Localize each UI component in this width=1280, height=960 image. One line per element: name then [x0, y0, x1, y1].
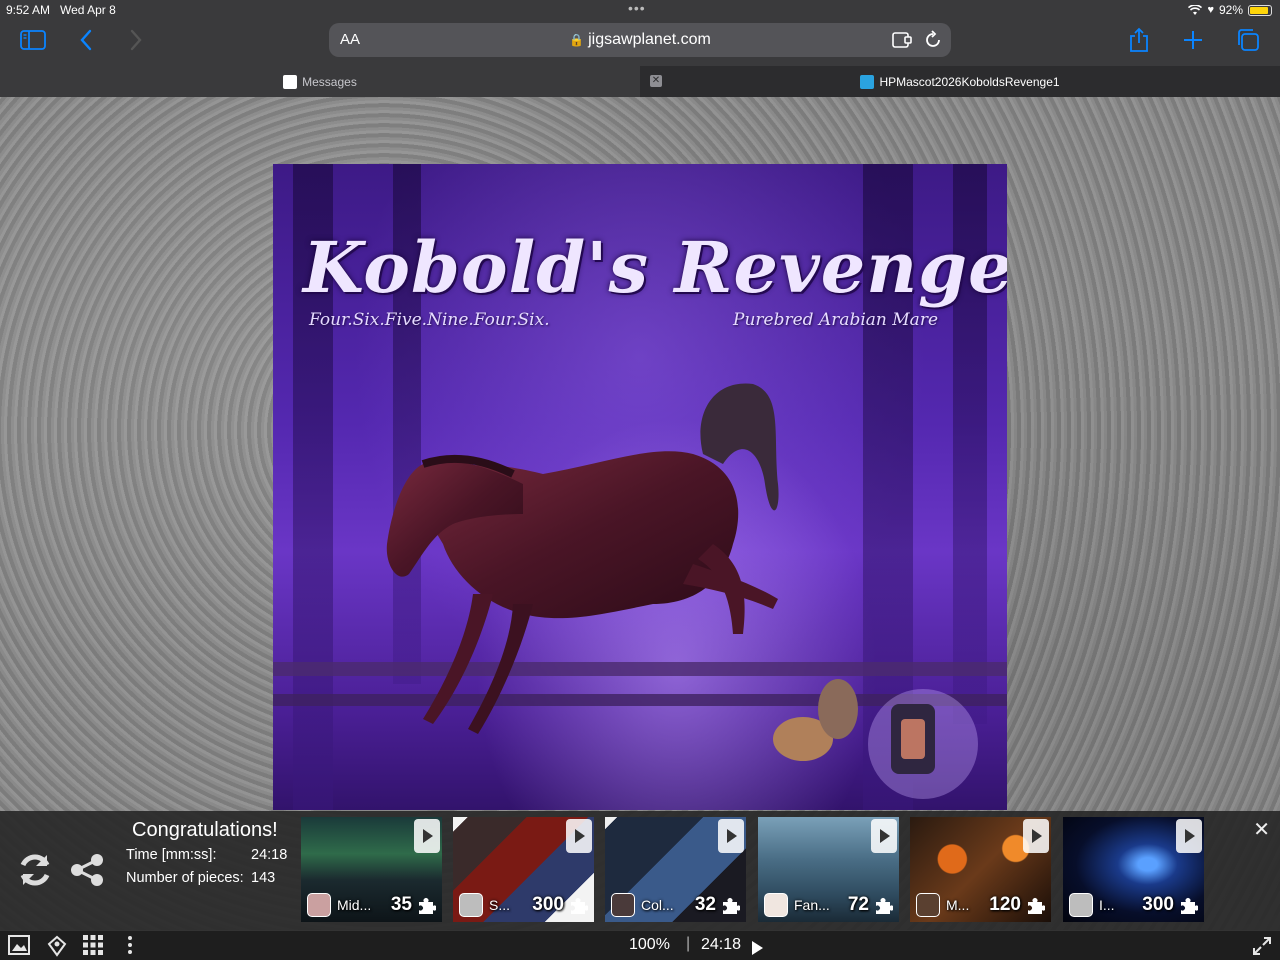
url-text: jigsawplanet.com	[588, 31, 711, 48]
thumb-piece-count: 300	[532, 894, 564, 915]
author-avatar	[916, 893, 940, 917]
share-puzzle-icon[interactable]	[70, 853, 104, 892]
suggested-puzzle-thumb[interactable]: M... 120	[910, 817, 1051, 922]
status-date: Wed Apr 8	[60, 3, 116, 17]
play-icon[interactable]	[718, 819, 744, 853]
browser-toolbar: AA 🔒 jigsawplanet.com	[0, 20, 1280, 66]
horse-illustration	[273, 383, 1007, 799]
battery-percent: 92%	[1218, 3, 1243, 17]
more-options-icon[interactable]	[127, 935, 133, 960]
tab-bar: Messages ✕ HPMascot2026KoboldsRevenge1	[0, 66, 1280, 97]
puzzle-piece-icon	[723, 898, 740, 914]
wifi-icon	[1188, 4, 1203, 15]
tab-overview-icon[interactable]	[1235, 26, 1261, 54]
lock-icon: 🔒	[569, 33, 585, 47]
thumb-name: Fan...	[794, 897, 830, 913]
play-icon[interactable]	[871, 819, 897, 853]
play-icon[interactable]	[566, 819, 592, 853]
page-background: Kobold's Revenge Four.Six.Five.Nine.Four…	[0, 97, 1280, 930]
time-value: 24:18	[251, 847, 288, 863]
thumb-name: S...	[489, 897, 511, 913]
share-icon[interactable]	[1127, 26, 1151, 54]
suggested-puzzle-thumb[interactable]: Col... 32	[605, 817, 746, 922]
suggested-puzzle-thumb[interactable]: S... 300	[453, 817, 594, 922]
pieces-value: 143	[251, 870, 276, 886]
timer-play-icon[interactable]	[752, 941, 763, 955]
fullscreen-icon[interactable]	[1252, 936, 1272, 960]
thumb-piece-count: 35	[390, 894, 412, 915]
puzzle-piece-icon	[571, 898, 588, 914]
new-tab-icon[interactable]	[1181, 26, 1205, 54]
congratulations-heading: Congratulations!	[132, 819, 278, 841]
zoom-level: 100%	[629, 936, 670, 953]
thumb-name: I...	[1099, 897, 1115, 913]
reload-icon[interactable]	[924, 30, 942, 50]
status-bar: 9:52 AM Wed Apr 8 ••• ♥ 92%	[0, 0, 1280, 20]
thumb-piece-count: 72	[847, 894, 869, 915]
puzzle-piece-icon	[1028, 898, 1045, 914]
thumb-piece-count: 32	[694, 894, 716, 915]
author-avatar	[611, 893, 635, 917]
back-icon[interactable]	[76, 26, 96, 54]
time-label: Time [mm:ss]:	[126, 847, 217, 863]
author-avatar	[764, 893, 788, 917]
play-icon[interactable]	[414, 819, 440, 853]
puzzle-piece-icon	[419, 898, 436, 914]
pieces-label: Number of pieces:	[126, 870, 244, 886]
puzzle-piece-icon	[1181, 898, 1198, 914]
thumb-piece-count: 300	[1142, 894, 1174, 915]
address-bar[interactable]: AA 🔒 jigsawplanet.com	[329, 23, 951, 57]
separator: |	[686, 935, 691, 952]
close-panel-icon[interactable]: ✕	[1253, 817, 1270, 842]
thumb-piece-count: 120	[989, 894, 1021, 915]
play-icon[interactable]	[1023, 819, 1049, 853]
puzzle-piece-icon	[876, 898, 893, 914]
tab-messages[interactable]: Messages	[0, 66, 640, 97]
author-avatar	[459, 893, 483, 917]
puzzle-bottom-bar: 100% | 24:18	[0, 930, 1280, 960]
extension-icon[interactable]	[892, 31, 912, 49]
heart-icon: ♥	[1207, 4, 1214, 16]
image-preview-icon[interactable]	[8, 935, 30, 960]
status-time: 9:52 AM	[6, 3, 51, 17]
suggested-puzzle-thumb[interactable]: I... 300	[1063, 817, 1204, 922]
tab-puzzle[interactable]: ✕ HPMascot2026KoboldsRevenge1	[640, 66, 1280, 97]
puzzle-image[interactable]: Kobold's Revenge Four.Six.Five.Nine.Four…	[273, 164, 1007, 810]
thumb-name: M...	[946, 897, 970, 913]
play-icon[interactable]	[1176, 819, 1202, 853]
suggested-puzzle-thumb[interactable]: Fan... 72	[758, 817, 899, 922]
arrange-pieces-icon[interactable]	[83, 935, 103, 960]
close-tab-icon[interactable]: ✕	[650, 75, 662, 87]
forward-icon[interactable]	[126, 26, 146, 54]
jigsawplanet-favicon-icon	[860, 74, 875, 89]
author-avatar	[1069, 893, 1093, 917]
battery-icon	[1248, 4, 1272, 16]
elapsed-timer: 24:18	[701, 936, 742, 953]
tab-label: HPMascot2026KoboldsRevenge1	[879, 74, 1060, 89]
multitasking-dots-icon[interactable]: •••	[628, 0, 646, 16]
messages-favicon-icon	[283, 74, 298, 89]
thumb-name: Col...	[641, 897, 674, 913]
sidebar-icon[interactable]	[19, 26, 47, 54]
thumb-name: Mid...	[337, 897, 372, 913]
ghost-image-icon[interactable]	[46, 935, 68, 960]
suggested-puzzle-thumb[interactable]: Mid... 35	[301, 817, 442, 922]
completion-panel: Congratulations! Time [mm:ss]: 24:18 Num…	[0, 811, 1280, 930]
author-avatar	[307, 893, 331, 917]
tab-label: Messages	[302, 74, 357, 89]
restart-icon[interactable]	[16, 851, 54, 894]
